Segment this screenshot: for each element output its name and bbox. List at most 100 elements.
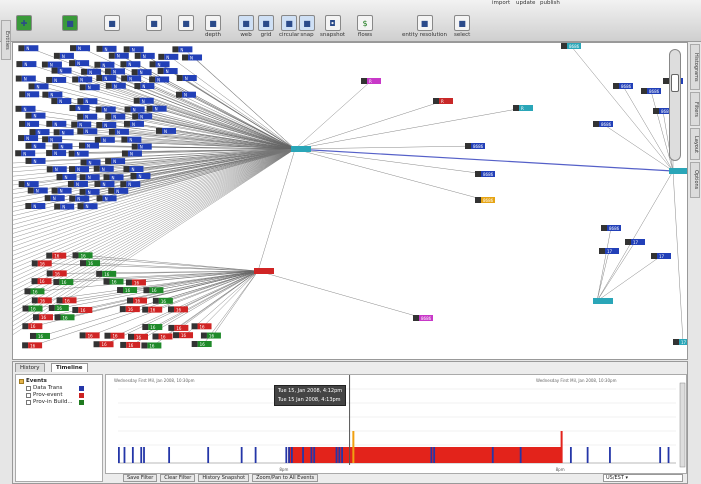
graph-node[interactable]: 16 [142,324,163,331]
graph-node[interactable]: 16 [119,306,140,313]
event-bar[interactable] [310,447,313,463]
tool-group-button[interactable]: ■ [178,15,194,42]
graph-node[interactable]: N [123,46,144,53]
checkbox-icon[interactable] [26,392,31,398]
graph-canvas[interactable]: N N N N N N N N N N N N N N N N N N N N N N N N N N N N N N N N N N N N N N N N… [12,42,688,360]
graph-node[interactable]: N [130,172,151,179]
event-bar[interactable] [118,447,120,463]
graph-node[interactable]: 8686 [475,197,495,203]
graph-node[interactable]: 16 [96,270,117,277]
event-bar[interactable] [207,447,210,463]
tab-histograms[interactable]: Histograms [690,44,700,90]
graph-node[interactable]: 17 [673,339,688,345]
checkbox-icon[interactable] [26,399,31,405]
graph-node[interactable]: N [53,129,74,136]
graph-node[interactable]: N [52,143,73,150]
tree-item[interactable]: Prov-in Build... [26,399,84,405]
graph-node[interactable]: N [51,67,72,74]
graph-node[interactable]: N [79,84,100,91]
event-bar[interactable] [285,447,288,463]
graph-node[interactable]: N [131,69,152,76]
graph-node[interactable]: N [77,98,98,105]
tool-circular-button[interactable]: ■ circular [279,15,299,42]
graph-node[interactable]: N [16,61,37,68]
toolbar-update-button[interactable]: update [516,0,535,6]
graph-node[interactable]: N [94,181,115,188]
graph-node[interactable]: 16 [141,342,162,349]
tab-layout[interactable]: Layout [690,128,700,160]
graph-node[interactable]: N [42,91,63,98]
graph-node[interactable]: N [96,121,117,128]
graph-node[interactable]: R [513,105,533,111]
graph-node[interactable]: N [46,120,67,127]
graph-node[interactable]: 8686 [641,88,661,94]
graph-node[interactable]: 16 [56,297,77,304]
graph-node[interactable]: 16 [54,314,75,321]
graph-node[interactable]: N [77,203,98,210]
timeline-chart[interactable]: Wednesday First Mil, Jan 2008, 10:30pm We… [105,374,687,474]
event-bar[interactable] [168,447,171,463]
graph-node[interactable]: 8686 [613,83,633,89]
graph-node[interactable]: N [132,113,153,120]
events-tree[interactable]: Events Data Trans Prov-event Prov-in Build… [15,374,103,482]
graph-node[interactable]: 16 [103,278,124,285]
event-bar[interactable] [302,447,304,463]
graph-node[interactable]: N [94,136,115,143]
tool-entity resolution-button[interactable]: ■ entity resolution [402,15,447,42]
graph-node[interactable]: 17 [651,253,671,259]
graph-node[interactable]: N [149,61,170,68]
graph-node[interactable]: 16 [142,306,163,313]
graph-node[interactable]: N [54,203,75,210]
graph-node[interactable]: N [94,61,115,68]
tab-history[interactable]: History [15,363,45,372]
event-bar[interactable] [290,447,293,463]
graph-node[interactable]: N [69,195,90,202]
timeline-button[interactable]: History Snapshot [198,474,250,482]
tool-pencil-button[interactable]: ■ [62,15,78,42]
toolbar-import-button[interactable]: import [492,0,510,6]
graph-node[interactable]: N [131,143,152,150]
graph-node[interactable]: 16 [22,305,43,312]
graph-node[interactable]: 16 [200,332,221,339]
event-bar[interactable] [338,447,341,463]
graph-node[interactable]: N [44,195,65,202]
event-bar[interactable] [430,447,433,463]
timeline-button[interactable]: Save Filter [123,474,158,482]
timezone-select[interactable]: US/EST ▾ [603,474,683,482]
graph-node[interactable]: 8686 [413,315,433,321]
graph-node[interactable]: N [29,129,50,136]
graph-node[interactable]: N [69,105,90,112]
checkbox-icon[interactable] [26,385,31,391]
graph-node[interactable]: 16 [152,333,173,340]
graph-node[interactable]: N [27,187,48,194]
tab-options[interactable]: Options [690,162,700,198]
graph-node[interactable]: 16 [104,332,125,339]
graph-node[interactable]: 16 [72,306,93,313]
graph-node[interactable]: N [133,97,154,104]
graph-node[interactable]: 16 [31,297,52,304]
tool-grid-button[interactable]: ■ grid [258,15,274,42]
graph-node[interactable]: N [80,159,101,166]
graph-node[interactable]: 16 [31,278,52,285]
tool-depth-button[interactable]: ■ depth [205,15,221,42]
graph-node[interactable]: N [93,165,114,172]
graph-node[interactable]: 16 [168,324,189,331]
graph-node[interactable]: 16 [173,332,194,339]
event-bar[interactable] [560,431,563,463]
graph-node[interactable]: 16 [191,323,212,330]
hub-node[interactable] [291,146,311,152]
graph-node[interactable]: N [134,52,155,59]
graph-node[interactable]: N [176,75,197,82]
network-graph[interactable]: N N N N N N N N N N N N N N N N N N N N N N N N N N N N N N N N N N N N N N N N… [13,43,688,360]
graph-node[interactable]: N [120,61,141,68]
graph-node[interactable]: N [71,121,92,128]
graph-node[interactable]: 16 [127,297,148,304]
hub-node[interactable] [593,298,613,304]
event-bar[interactable] [352,431,355,463]
graph-node[interactable]: N [157,68,178,75]
tool-connect-button[interactable]: ■ [146,15,162,42]
graph-node[interactable]: N [51,98,72,105]
graph-node[interactable]: N [134,83,155,90]
graph-node[interactable]: 16 [125,279,146,286]
event-bar[interactable] [288,447,290,463]
